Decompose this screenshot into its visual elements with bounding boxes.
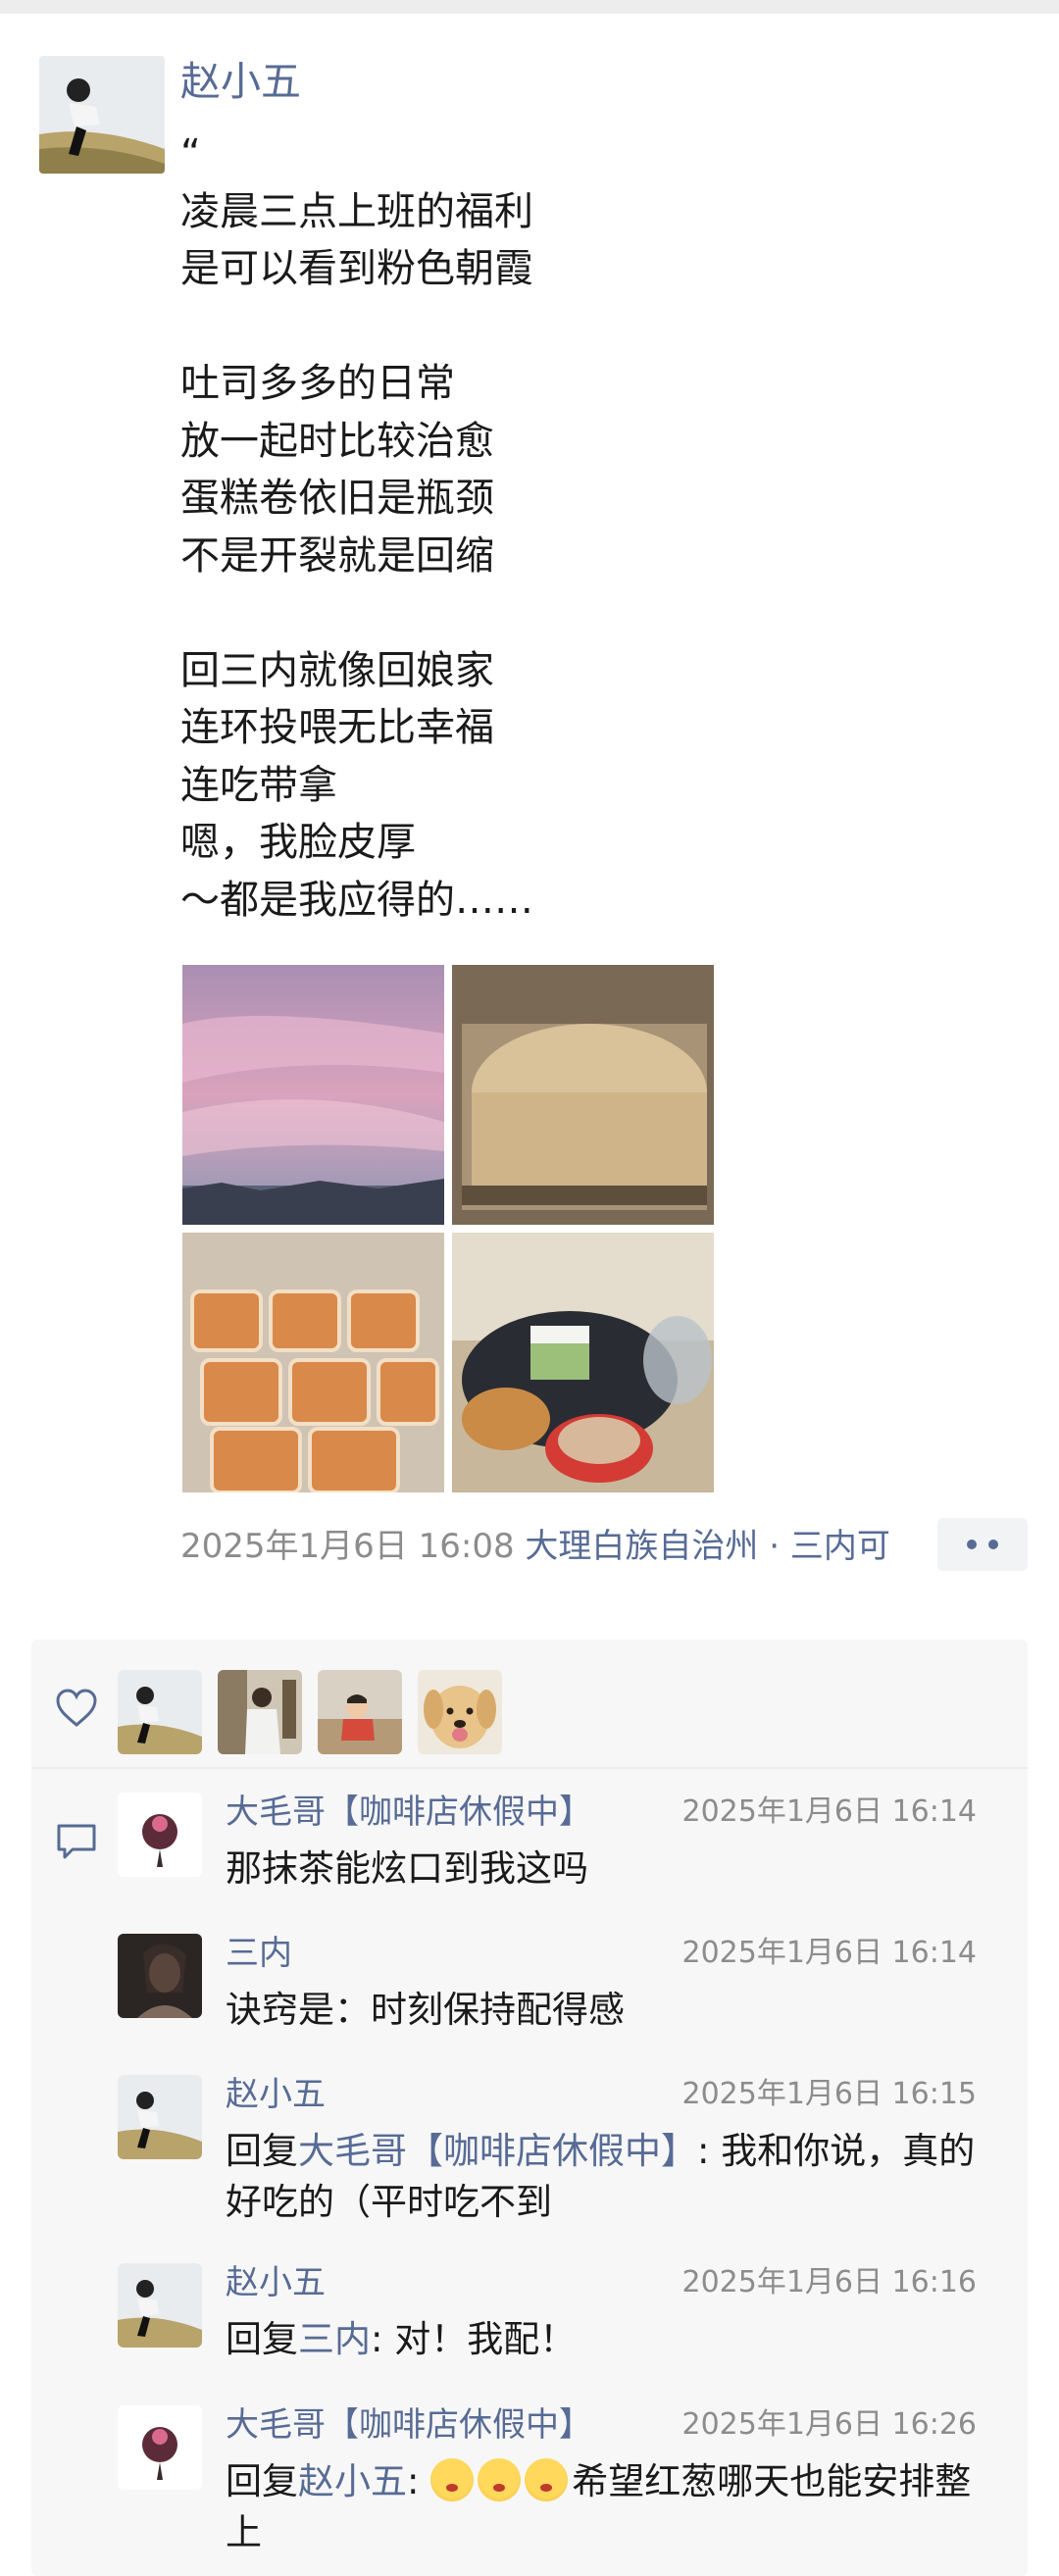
comment-avatar-sannei[interactable] [118,1934,202,2018]
top-bar [0,0,1059,14]
comment-author[interactable]: 赵小五 [226,2072,326,2117]
comment-text[interactable]: 回复大毛哥【咖啡店休假中】: 我和你说，真的好吃的（平时吃不到 [226,2126,1000,2228]
comment-time: 2025年1月6日 16:14 [681,1936,977,1970]
reply-prefix: 回复 [226,2460,298,2502]
cake-coffee-photo[interactable] [452,1233,714,1492]
comment-text[interactable]: 回复赵小五: 希望红葱哪天也能安排整上 [226,2456,1000,2558]
toast-loaf-photo[interactable] [452,965,714,1225]
comment-time: 2025年1月6日 16:15 [681,2077,977,2111]
post-text: “ 凌晨三点上班的福利 是可以看到粉色朝霞 吐司多多的日常 放一起时比较治愈 蛋… [180,131,533,923]
post-meta: 2025年1月6日 16:08 大理白族自治州 · 三内可 [180,1522,1024,1571]
comment-avatar-zhaoxiaowu[interactable] [118,2263,202,2348]
more-button[interactable] [937,1518,1028,1571]
toast-tray-photo[interactable] [182,1233,444,1492]
emoji-kiss-icon [525,2458,569,2501]
reply-target[interactable]: 大毛哥【咖啡店休假中】 [298,2130,697,2172]
comment-text[interactable]: 那抹茶能炫口到我这吗 [226,1844,1000,1894]
emoji-kiss-icon [478,2458,522,2501]
comment-author[interactable]: 大毛哥【咖啡店休假中】 [226,1790,592,1835]
comment-author[interactable]: 三内 [226,1931,292,1976]
likes-divider [31,1767,1028,1769]
like-avatar-dog[interactable] [418,1670,502,1754]
reply-colon: : [407,2460,431,2502]
emoji-kiss-icon [430,2458,475,2501]
like-avatar-child[interactable] [318,1670,402,1754]
comment-text[interactable]: 诀窍是：时刻保持配得感 [226,1985,1000,2036]
pink-sky-photo[interactable] [182,965,444,1225]
comment-icon [55,1822,98,1865]
author-avatar[interactable] [39,56,165,174]
comment-text[interactable]: 回复三内: 对！我配！ [226,2314,1000,2365]
comment-time: 2025年1月6日 16:14 [681,1794,977,1829]
heart-icon [55,1689,98,1732]
like-avatar-zhaoxiaowu[interactable] [118,1670,202,1754]
comment-avatar-damaoge[interactable] [118,2405,202,2490]
reply-target[interactable]: 三内 [298,2318,371,2360]
comment-author[interactable]: 大毛哥【咖啡店休假中】 [226,2402,592,2448]
like-avatar-person[interactable] [218,1670,302,1754]
reply-text: : 对！我配！ [371,2318,577,2360]
reply-prefix: 回复 [226,2130,298,2172]
comment-author[interactable]: 赵小五 [226,2260,326,2305]
photo-grid [182,965,714,1492]
post-time: 2025年1月6日 16:08 [180,1527,515,1566]
reply-target[interactable]: 赵小五 [298,2460,407,2502]
comment-time: 2025年1月6日 16:16 [681,2265,977,2299]
post-location[interactable]: 大理白族自治州 · 三内可 [525,1527,889,1566]
comment-avatar-zhaoxiaowu[interactable] [118,2075,202,2159]
reply-prefix: 回复 [226,2318,298,2360]
post-author-name[interactable]: 赵小五 [180,54,301,109]
comment-avatar-damaoge[interactable] [118,1793,202,1877]
comment-time: 2025年1月6日 16:26 [681,2407,977,2442]
